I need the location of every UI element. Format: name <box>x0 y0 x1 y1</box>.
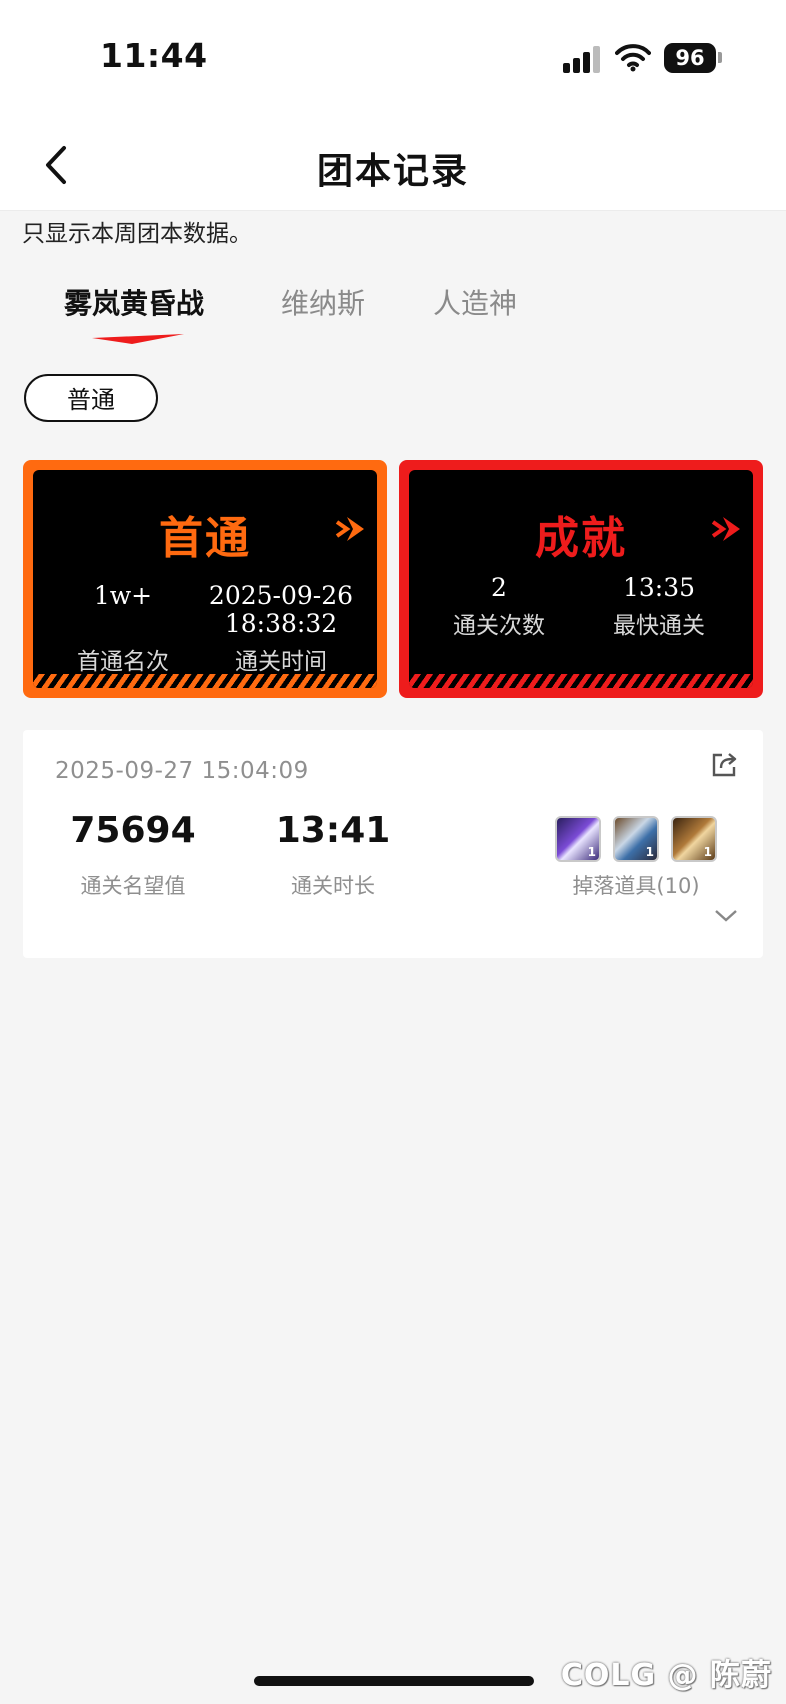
arrow-right-icon <box>711 517 740 541</box>
record-timestamp: 2025-09-27 15:04:09 <box>55 758 309 784</box>
tab-venus[interactable]: 维纳斯 <box>281 282 365 322</box>
duration-label: 通关时长 <box>291 874 375 898</box>
watermark-text: COLG @ 陈蔚 <box>560 1658 772 1693</box>
share-icon[interactable] <box>709 750 739 780</box>
fastest-clear-label: 最快通关 <box>613 613 705 639</box>
blue-armor-item-icon[interactable]: 1 <box>613 816 659 862</box>
fastest-clear-value: 13:35 <box>622 573 696 602</box>
first-clear-rank-label: 首通名次 <box>77 649 169 675</box>
top-bar: 11:44 96 团本记录 <box>0 0 786 211</box>
battery-tip <box>718 52 722 63</box>
hazard-stripes <box>409 674 753 688</box>
achievement-title: 成就 <box>535 513 627 564</box>
tab-artificial-god[interactable]: 人造神 <box>433 282 517 322</box>
gold-boots-item-icon[interactable]: 1 <box>671 816 717 862</box>
first-clear-rank: 1w+ <box>93 581 153 610</box>
first-clear-title: 首通 <box>159 513 251 564</box>
clear-count-label: 通关次数 <box>453 613 545 639</box>
first-clear-date: 2025-09-26 <box>208 581 354 610</box>
reputation-label: 通关名望值 <box>80 874 186 898</box>
chevron-down-icon[interactable] <box>713 908 739 924</box>
drops-label[interactable]: 掉落道具(10) <box>555 870 717 900</box>
raid-tabs: 雾岚黄昏战 维纳斯 人造神 <box>0 282 786 342</box>
clear-record-card: 2025-09-27 15:04:09 75694 通关名望值 13:41 通关… <box>23 730 763 958</box>
difficulty-selector[interactable]: 普通 <box>24 374 158 422</box>
purple-armor-item-icon[interactable]: 1 <box>555 816 601 862</box>
home-indicator[interactable] <box>254 1676 534 1686</box>
tab-mist-dusk[interactable]: 雾岚黄昏战 <box>64 282 204 322</box>
cellular-signal-icon <box>563 45 603 73</box>
battery-icon: 96 <box>664 43 716 73</box>
arrow-right-icon <box>335 517 364 541</box>
clear-count-value: 2 <box>491 573 507 602</box>
first-clear-card[interactable]: 首通 1w+ 2025-09-26 18:38:32 首通名次 通关时间 <box>23 460 387 698</box>
hazard-stripes <box>33 674 377 688</box>
achievement-card[interactable]: 成就 2 13:35 通关次数 最快通关 <box>399 460 763 698</box>
reputation-value: 75694 <box>70 810 196 851</box>
duration-value: 13:41 <box>275 810 391 851</box>
notice-text: 只显示本周团本数据。 <box>22 221 252 247</box>
first-clear-clock: 18:38:32 <box>224 609 338 638</box>
page-title: 团本记录 <box>316 151 469 192</box>
wifi-icon <box>615 44 651 72</box>
first-clear-time-label: 通关时间 <box>235 649 327 675</box>
status-time: 11:44 <box>100 36 208 75</box>
active-tab-indicator <box>92 334 184 344</box>
